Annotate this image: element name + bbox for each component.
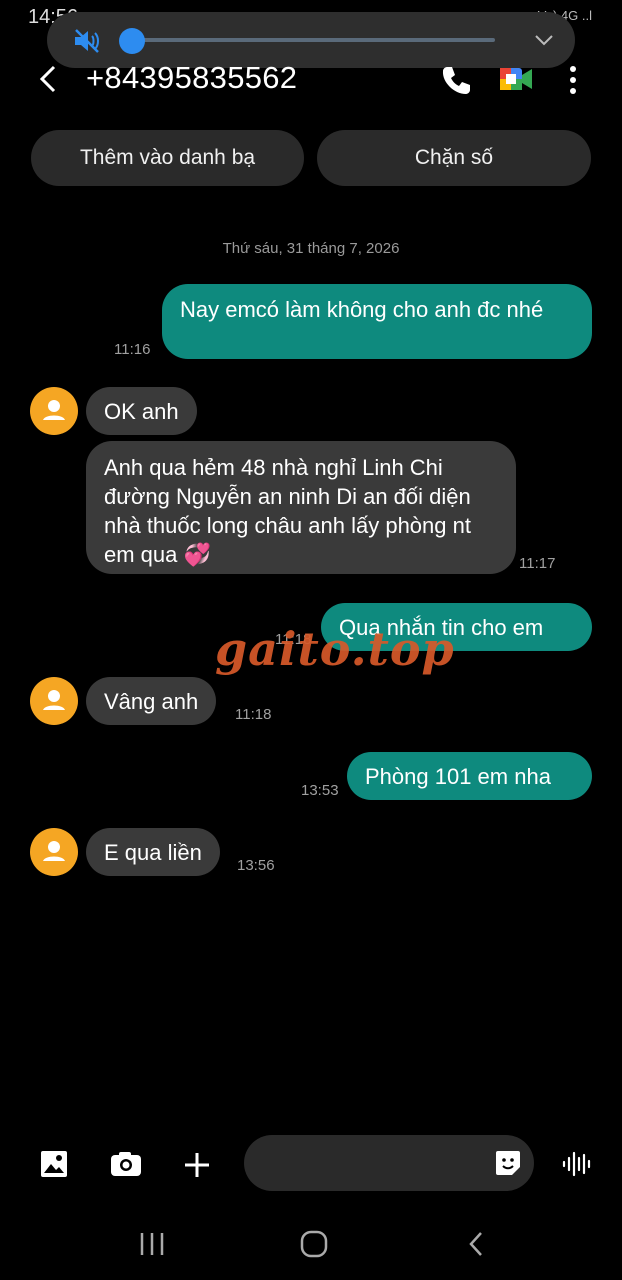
- message-time: 13:53: [301, 782, 339, 799]
- block-number-button[interactable]: Chặn số: [317, 130, 591, 186]
- mute-icon[interactable]: [73, 28, 101, 54]
- recents-icon[interactable]: [138, 1231, 166, 1257]
- message-bubble-incoming[interactable]: Anh qua hẻm 48 nhà nghỉ Linh Chi đường N…: [86, 441, 516, 574]
- message-time: 13:56: [237, 857, 275, 874]
- sticker-icon[interactable]: [494, 1149, 522, 1177]
- message-input[interactable]: [244, 1135, 534, 1191]
- chevron-left-icon[interactable]: [38, 64, 58, 94]
- message-time: 11:17: [519, 555, 556, 572]
- home-icon[interactable]: [299, 1229, 329, 1259]
- page-title: +84395835562: [86, 60, 298, 95]
- message-bubble-incoming[interactable]: OK anh: [86, 387, 197, 435]
- video-call-icon[interactable]: [498, 62, 534, 96]
- avatar[interactable]: [30, 677, 78, 725]
- volume-track[interactable]: [127, 38, 495, 42]
- camera-icon[interactable]: [110, 1151, 142, 1177]
- person-icon: [43, 400, 65, 420]
- person-icon: [43, 690, 65, 710]
- message-bubble-incoming[interactable]: Vâng anh: [86, 677, 217, 725]
- date-header: Thứ sáu, 31 tháng 7, 2026: [222, 240, 400, 257]
- message-time: 11:16: [114, 341, 151, 358]
- avatar[interactable]: [30, 387, 78, 435]
- message-bubble-incoming[interactable]: E qua liền: [86, 828, 220, 876]
- image-icon[interactable]: [40, 1150, 68, 1178]
- message-time: 11:18: [235, 706, 272, 723]
- avatar[interactable]: [30, 828, 78, 876]
- person-icon: [43, 841, 65, 861]
- more-vertical-icon[interactable]: [566, 64, 580, 96]
- chevron-down-icon[interactable]: [533, 29, 555, 51]
- phone-icon[interactable]: [440, 64, 472, 96]
- plus-icon[interactable]: [183, 1151, 211, 1179]
- volume-slider-knob[interactable]: [119, 28, 145, 54]
- nav-back-icon[interactable]: [466, 1230, 486, 1258]
- message-bubble-outgoing[interactable]: Nay emcó làm không cho anh đc nhé: [162, 284, 592, 359]
- watermark: gaito.top: [215, 622, 455, 676]
- voice-wave-icon[interactable]: [561, 1150, 591, 1178]
- add-contact-button[interactable]: Thêm vào danh bạ: [31, 130, 304, 186]
- message-bubble-outgoing[interactable]: Phòng 101 em nha: [347, 752, 592, 800]
